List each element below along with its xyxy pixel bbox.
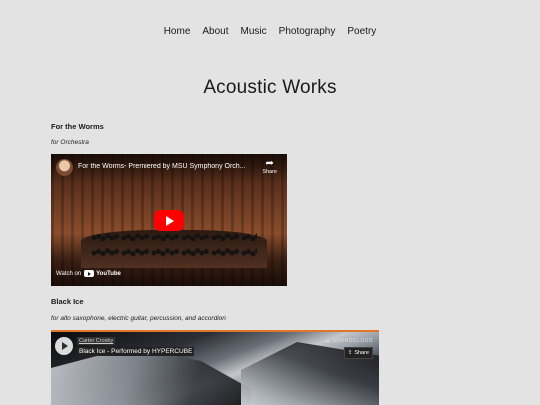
nav-photography[interactable]: Photography [279,26,336,37]
share-label: Share [262,169,277,175]
cloud-icon: ☁ [324,338,331,344]
orchestra-image [91,232,257,262]
work-subtitle-for-the-worms: for Orchestra [51,139,89,146]
soundcloud-embed[interactable]: Carter Crosby Black Ice - Performed by H… [51,330,379,405]
page-title: Acoustic Works [203,77,337,98]
play-button[interactable] [154,210,184,231]
share-label: Share [354,350,369,356]
youtube-logo: YouTube [84,270,121,277]
work-title-black-ice: Black Ice [51,297,84,306]
track-title[interactable]: Black Ice - Performed by HYPERCUBE [77,347,195,356]
work-title-for-the-worms: For the Worms [51,122,104,131]
nav-home[interactable]: Home [164,26,191,37]
share-button[interactable]: ➦ Share [262,158,277,176]
work-subtitle-black-ice: for alto saxophone, electric guitar, per… [51,315,226,322]
share-icon: ⇪ [347,350,353,356]
watch-on-youtube[interactable]: Watch on YouTube [56,268,121,279]
share-icon: ➦ [265,158,274,169]
youtube-label: YouTube [96,270,121,277]
play-icon [62,342,68,350]
youtube-embed[interactable]: For the Worms- Premiered by MSU Symphony… [51,154,287,286]
nav-poetry[interactable]: Poetry [347,26,376,37]
main-nav: Home About Music Photography Poetry [0,26,540,37]
share-button[interactable]: ⇪ Share [343,347,373,359]
play-icon [166,215,174,226]
youtube-icon [84,270,95,277]
video-title[interactable]: For the Worms- Premiered by MSU Symphony… [78,163,258,170]
artist-link[interactable]: Carter Crosby [77,337,116,345]
watch-on-label: Watch on [56,270,82,277]
nav-music[interactable]: Music [241,26,267,37]
soundcloud-label: SOUNDCLOUD [332,338,373,344]
nav-about[interactable]: About [202,26,228,37]
play-button[interactable] [55,337,73,355]
soundcloud-logo[interactable]: ☁ SOUNDCLOUD [325,338,373,344]
channel-avatar[interactable] [56,159,73,176]
